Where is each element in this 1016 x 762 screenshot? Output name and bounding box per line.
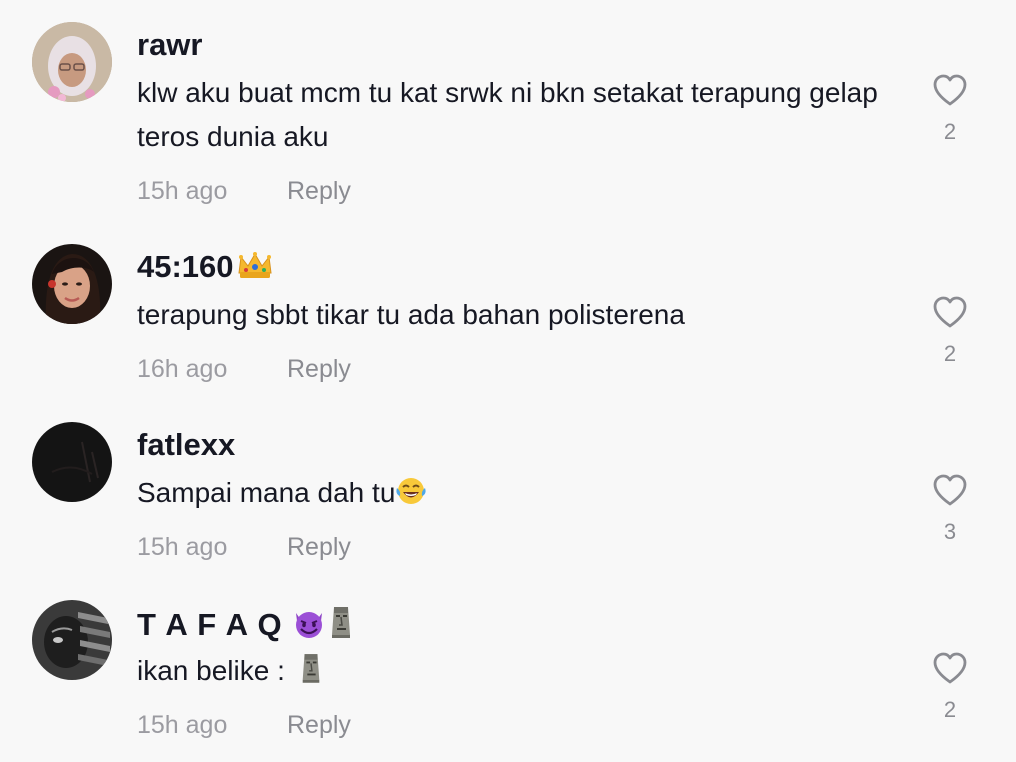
reply-button[interactable]: Reply: [287, 354, 351, 384]
comment-timestamp: 15h ago: [137, 533, 228, 561]
comment-text-body: ikan belike :: [137, 655, 293, 686]
comment-meta: 15h ago Reply: [137, 176, 351, 206]
comment-item: 45:160 terapung sbbt tikar tu ada bahan …: [0, 222, 1016, 400]
comment-text: terapung sbbt tikar tu ada bahan poliste…: [137, 299, 685, 330]
smiling-devil-emoji: [292, 607, 326, 647]
user-avatar[interactable]: [32, 422, 112, 502]
comment-text: Sampai mana dah tu: [137, 471, 907, 519]
user-avatar[interactable]: [32, 600, 112, 680]
moai-emoji: [328, 605, 354, 647]
comment-text-body: Sampai mana dah tu: [137, 477, 396, 508]
laughing-tears-emoji: [395, 475, 427, 519]
comment-username[interactable]: fatlexx: [137, 427, 235, 463]
comment-username[interactable]: rawr: [137, 27, 202, 63]
user-avatar[interactable]: [32, 244, 112, 324]
comment-username[interactable]: 45:160: [137, 249, 274, 289]
comment-meta: 15h ago Reply: [137, 532, 351, 562]
like-button[interactable]: 2: [928, 73, 972, 145]
user-avatar[interactable]: [32, 22, 112, 102]
heart-outline-icon: [933, 652, 967, 684]
comment-timestamp: 15h ago: [137, 177, 228, 205]
comment-meta: 16h ago Reply: [137, 354, 351, 384]
like-count: 2: [943, 341, 957, 366]
heart-outline-icon: [933, 296, 967, 328]
like-count: 2: [943, 697, 957, 722]
like-button[interactable]: 2: [928, 651, 972, 723]
reply-button[interactable]: Reply: [287, 532, 351, 562]
like-count: 2: [943, 119, 957, 144]
comment-item: T A F A Q ikan belike: 15h ago Reply 2: [0, 578, 1016, 762]
like-count: 3: [943, 519, 957, 544]
comment-item: rawr klw aku buat mcm tu kat srwk ni bkn…: [0, 0, 1016, 222]
reply-button[interactable]: Reply: [287, 176, 351, 206]
username-text: 45:160: [137, 249, 234, 284]
comment-meta: 15h ago Reply: [137, 710, 351, 740]
heart-outline-icon: [933, 474, 967, 506]
reply-button[interactable]: Reply: [287, 710, 351, 740]
comment-item: fatlexx Sampai mana dah tu 15h ago Reply…: [0, 400, 1016, 578]
comment-timestamp: 16h ago: [137, 355, 228, 383]
comment-text: klw aku buat mcm tu kat srwk ni bkn seta…: [137, 77, 878, 152]
moai-emoji: [299, 652, 323, 697]
username-text: T A F A Q: [137, 607, 283, 642]
comment-username[interactable]: T A F A Q: [137, 605, 354, 647]
like-button[interactable]: 2: [928, 295, 972, 367]
heart-outline-icon: [933, 74, 967, 106]
comment-text: ikan belike :: [137, 649, 907, 697]
comment-timestamp: 15h ago: [137, 711, 228, 739]
crown-emoji: [236, 251, 274, 289]
like-button[interactable]: 3: [928, 473, 972, 545]
